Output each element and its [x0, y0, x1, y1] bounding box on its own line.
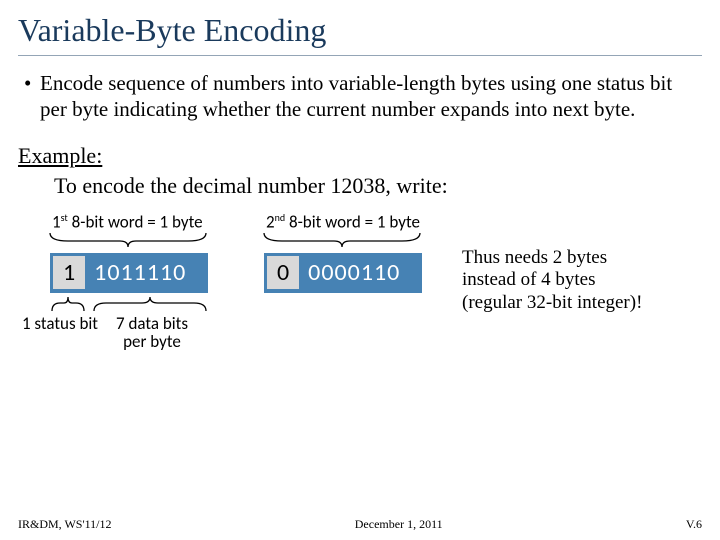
bullet-item: • Encode sequence of numbers into variab…: [0, 70, 720, 123]
brace-top-2: [262, 231, 422, 249]
bullet-text: Encode sequence of numbers into variable…: [40, 70, 702, 123]
brace-bottom-data: [92, 295, 208, 313]
data-bits-1: 1011110: [88, 258, 196, 287]
data-bits-2: 0000110: [302, 258, 410, 287]
example-label: Example:: [0, 123, 720, 173]
footer-right: V.6: [686, 517, 702, 532]
byte-box-2: 0 0000110: [264, 253, 422, 293]
conclusion-text: Thus needs 2 bytes instead of 4 bytes (r…: [462, 247, 712, 315]
status-caption: 1 status bit: [14, 315, 106, 334]
brace-bottom-status: [50, 295, 86, 313]
slide-title: Variable-Byte Encoding: [0, 0, 720, 55]
status-bit-1: 1: [53, 256, 85, 289]
word1-label: 1st 8-bit word = 1 byte: [52, 211, 203, 233]
byte-box-1: 1 1011110: [50, 253, 208, 293]
status-bit-2: 0: [267, 256, 299, 289]
example-text: To encode the decimal number 12038, writ…: [0, 173, 720, 199]
word2-label: 2nd 8-bit word = 1 byte: [266, 211, 420, 233]
title-rule: [18, 55, 702, 56]
brace-top-1: [48, 231, 208, 249]
footer-left: IR&DM, WS'11/12: [18, 517, 112, 532]
diagram-area: 1st 8-bit word = 1 byte 2nd 8-bit word =…: [0, 211, 720, 421]
bullet-marker: •: [24, 70, 40, 123]
data-caption: 7 data bitsper byte: [112, 315, 192, 352]
footer-center: December 1, 2011: [355, 517, 443, 532]
slide-footer: IR&DM, WS'11/12 December 1, 2011 V.6: [0, 517, 720, 532]
